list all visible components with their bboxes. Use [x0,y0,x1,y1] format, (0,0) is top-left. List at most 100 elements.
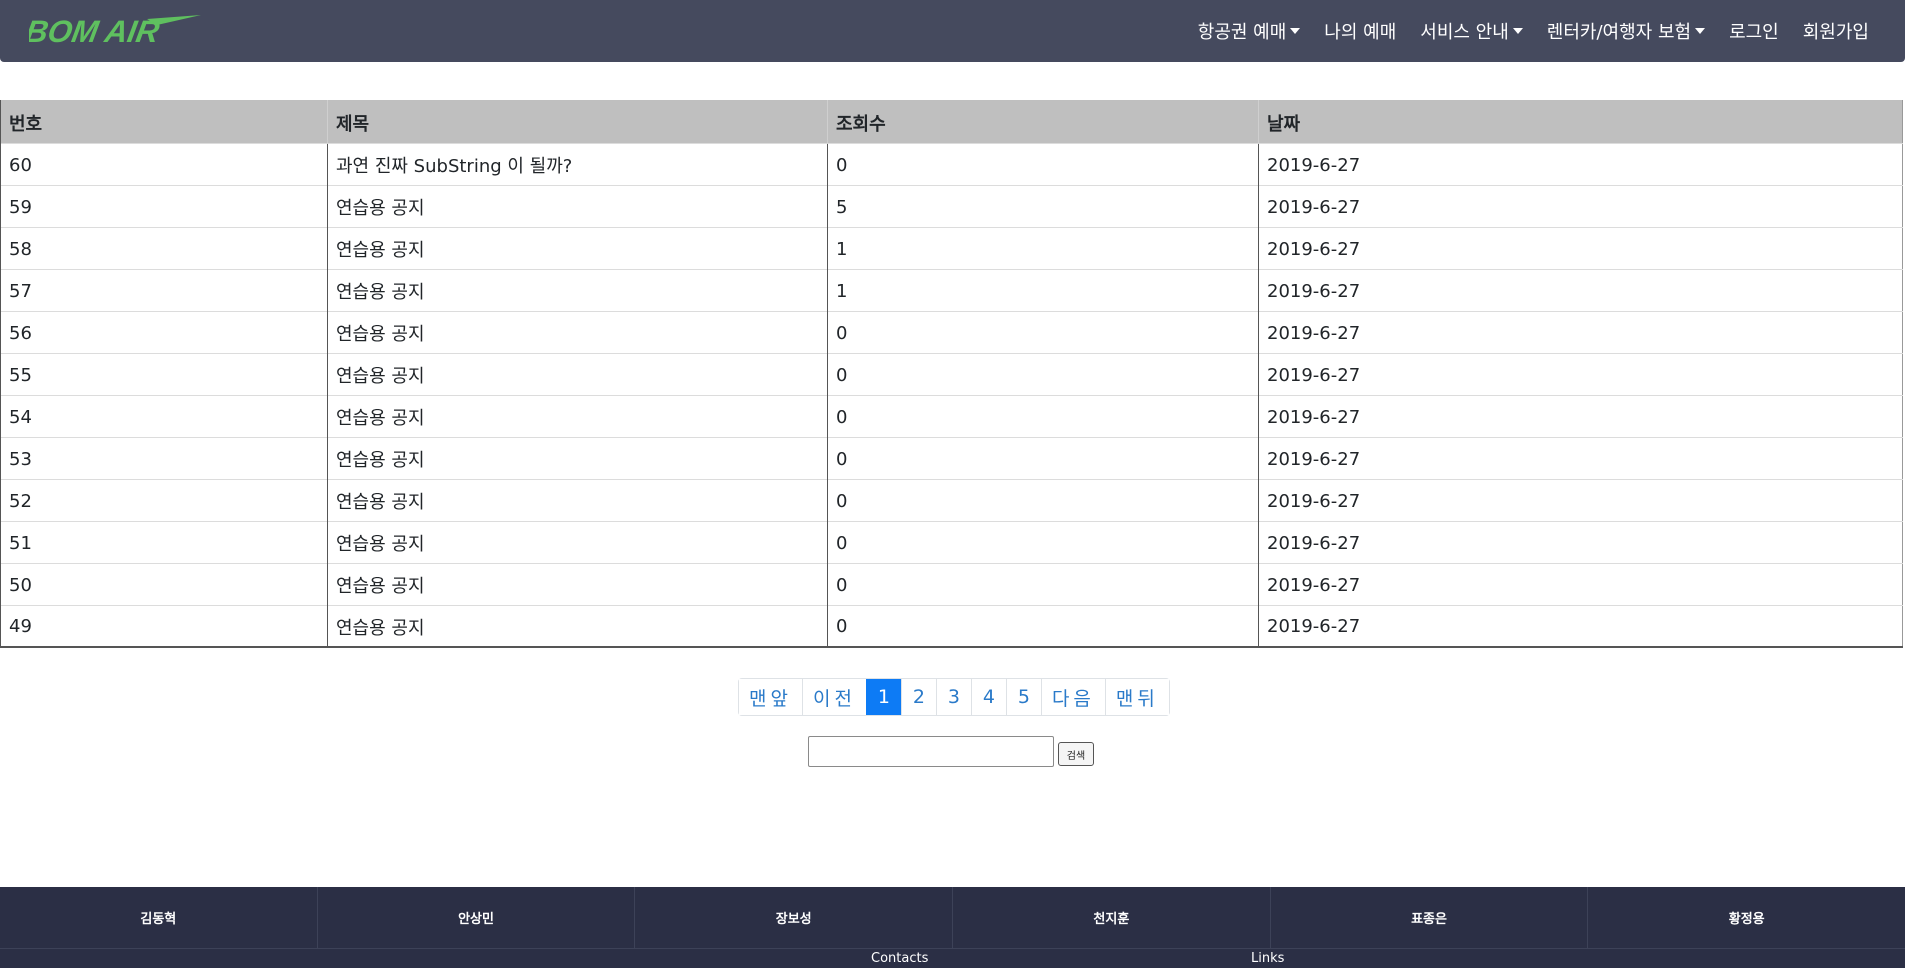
table-row[interactable]: 52 연습용 공지 0 2019-6-27 [0,478,1903,521]
cell-views: 0 [827,562,1259,605]
nav-menu: 항공권 예매 나의 예매 서비스 안내 렌터카/여행자 보험 로그인 회원가입 [1186,0,1881,62]
cell-date: 2019-6-27 [1258,478,1903,521]
cell-date: 2019-6-27 [1258,184,1903,227]
header-number: 번호 [0,100,328,143]
cell-views: 1 [827,226,1259,269]
header-date: 날짜 [1258,100,1903,143]
cell-date: 2019-6-27 [1258,394,1903,437]
table-row[interactable]: 51 연습용 공지 0 2019-6-27 [0,520,1903,563]
table-row[interactable]: 54 연습용 공지 0 2019-6-27 [0,394,1903,437]
notice-board-table: 번호 제목 조회수 날짜 60 과연 진짜 SubString 이 될까? 0 201… [0,100,1903,648]
cell-number: 51 [0,520,328,563]
top-navbar: BOM AIR 항공권 예매 나의 예매 서비스 안내 렌터카/여행자 보험 로그인 회원… [0,0,1905,62]
cell-title[interactable]: 과연 진짜 SubString 이 될까? [327,142,828,185]
cell-number: 60 [0,142,328,185]
table-row[interactable]: 50 연습용 공지 0 2019-6-27 [0,562,1903,605]
table-header-row: 번호 제목 조회수 날짜 [0,100,1903,143]
cell-views: 0 [827,478,1259,521]
cell-date: 2019-6-27 [1258,352,1903,395]
nav-item-4[interactable]: 로그인 [1717,18,1791,44]
cell-number: 55 [0,352,328,395]
cell-views: 5 [827,184,1259,227]
cell-title[interactable]: 연습용 공지 [327,394,828,437]
nav-item-label: 로그인 [1729,22,1779,43]
nav-item-2[interactable]: 서비스 안내 [1408,18,1535,44]
table-row[interactable]: 55 연습용 공지 0 2019-6-27 [0,352,1903,395]
cell-number: 49 [0,604,328,647]
cell-views: 0 [827,604,1259,647]
cell-number: 57 [0,268,328,311]
cell-title[interactable]: 연습용 공지 [327,604,828,647]
table-row[interactable]: 49 연습용 공지 0 2019-6-27 [0,604,1903,647]
page-number-button[interactable]: 5 [1005,679,1041,715]
table-row[interactable]: 57 연습용 공지 1 2019-6-27 [0,268,1903,311]
nav-item-label: 회원가입 [1802,22,1869,43]
cell-title[interactable]: 연습용 공지 [327,352,828,395]
cell-number: 59 [0,184,328,227]
page-number-button[interactable]: 3 [935,679,971,715]
cell-title[interactable]: 연습용 공지 [327,268,828,311]
page-last-button[interactable]: 맨뒤 [1104,679,1169,715]
cell-number: 50 [0,562,328,605]
nav-item-3[interactable]: 렌터카/여행자 보험 [1535,18,1717,44]
page-next-button[interactable]: 다음 [1040,679,1105,715]
nav-item-label: 서비스 안내 [1420,22,1509,43]
footer-team-names: 김동혁 안상민 장보성 천지훈 표종은 황정용 [0,887,1905,948]
footer-team-member: 천지훈 [953,887,1271,948]
nav-item-label: 렌터카/여행자 보험 [1546,22,1692,43]
page-number-button[interactable]: 4 [970,679,1006,715]
footer-team-member: 장보성 [635,887,954,948]
page-first-button[interactable]: 맨앞 [739,679,802,715]
cell-date: 2019-6-27 [1258,562,1903,605]
cell-title[interactable]: 연습용 공지 [327,184,828,227]
cell-date: 2019-6-27 [1258,226,1903,269]
search-input[interactable] [808,736,1054,767]
cell-views: 0 [827,310,1259,353]
footer-contacts-label: Contacts [871,951,929,966]
table-row[interactable]: 59 연습용 공지 5 2019-6-27 [0,184,1903,227]
table-row[interactable]: 56 연습용 공지 0 2019-6-27 [0,310,1903,353]
cell-views: 0 [827,520,1259,563]
footer-links-bar: Contacts Links [0,948,1905,968]
nav-item-1[interactable]: 나의 예매 [1312,18,1408,44]
caret-down-icon [1290,28,1301,34]
table-row[interactable]: 53 연습용 공지 0 2019-6-27 [0,436,1903,479]
cell-date: 2019-6-27 [1258,142,1903,185]
cell-title[interactable]: 연습용 공지 [327,562,828,605]
nav-item-0[interactable]: 항공권 예매 [1186,18,1313,44]
cell-title[interactable]: 연습용 공지 [327,436,828,479]
footer-team-member: 김동혁 [0,887,318,948]
cell-number: 54 [0,394,328,437]
cell-title[interactable]: 연습용 공지 [327,520,828,563]
logo-text: BOM AIR [29,14,162,49]
footer-team-member: 황정용 [1728,912,1765,927]
search-button[interactable]: 검색 [1058,742,1094,766]
bom-air-logo[interactable]: BOM AIR [29,13,201,49]
table-row[interactable]: 60 과연 진짜 SubString 이 될까? 0 2019-6-27 [0,142,1903,185]
cell-date: 2019-6-27 [1258,520,1903,563]
footer-team-member: 표종은 [1271,887,1589,948]
footer: 김동혁 안상민 장보성 천지훈 표종은 황정용 Contacts Links [0,887,1905,968]
header-views: 조회수 [827,100,1259,143]
nav-item-label: 항공권 예매 [1197,22,1287,43]
footer-team-member: 안상민 [318,887,636,948]
cell-date: 2019-6-27 [1258,436,1903,479]
cell-views: 0 [827,142,1259,185]
page-prev-button[interactable]: 이전 [801,679,866,715]
cell-title[interactable]: 연습용 공지 [327,226,828,269]
page-number-button[interactable]: 1 [865,679,901,715]
cell-number: 53 [0,436,328,479]
cell-title[interactable]: 연습용 공지 [327,310,828,353]
cell-number: 52 [0,478,328,521]
cell-title[interactable]: 연습용 공지 [327,478,828,521]
header-title: 제목 [327,100,828,143]
nav-item-5[interactable]: 회원가입 [1791,18,1881,44]
cell-views: 0 [827,352,1259,395]
caret-down-icon [1695,28,1706,34]
cell-date: 2019-6-27 [1258,268,1903,311]
cell-number: 58 [0,226,328,269]
cell-views: 0 [827,436,1259,479]
pagination: 맨앞 이전 1 2 3 4 5 다음 맨뒤 [738,678,1170,716]
page-number-button[interactable]: 2 [900,679,936,715]
table-row[interactable]: 58 연습용 공지 1 2019-6-27 [0,226,1903,269]
